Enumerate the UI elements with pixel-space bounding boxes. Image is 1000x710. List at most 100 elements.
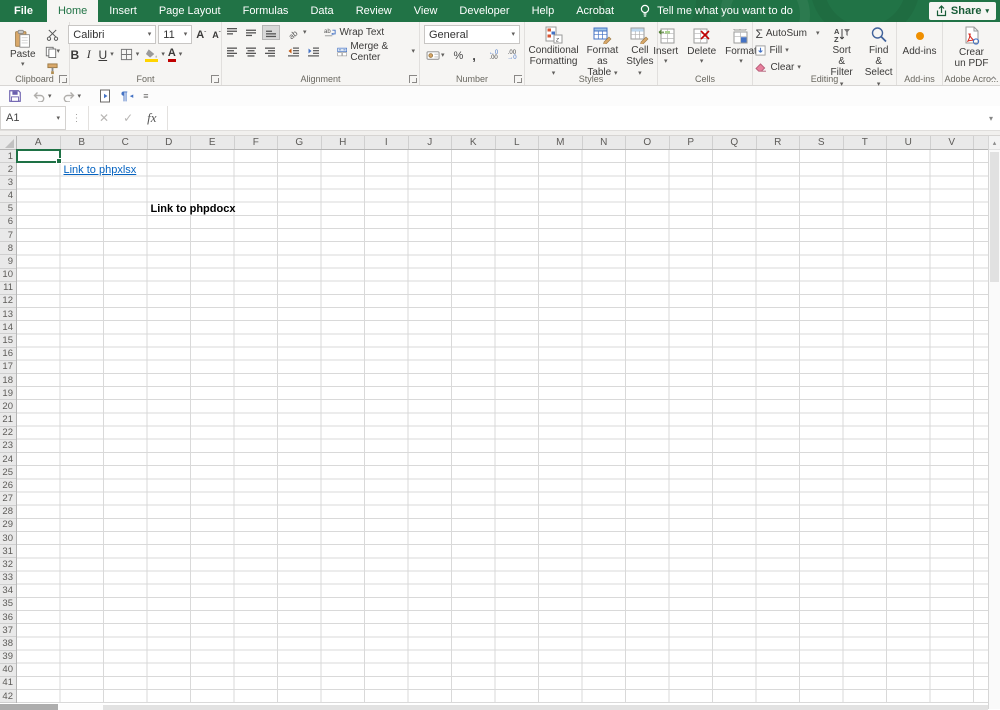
increase-decimal-button[interactable]: ←0.00 (487, 48, 500, 63)
row-header-17[interactable]: 17 (0, 361, 16, 374)
row-header-20[interactable]: 20 (0, 400, 16, 413)
row-header-16[interactable]: 16 (0, 348, 16, 361)
tell-me[interactable]: Tell me what you want to do (639, 0, 793, 22)
row-header-10[interactable]: 10 (0, 269, 16, 282)
row-header-3[interactable]: 3 (0, 176, 16, 189)
font-dialog-launcher[interactable] (211, 75, 219, 83)
tab-page-layout[interactable]: Page Layout (148, 0, 232, 22)
delete-cells-button[interactable]: Delete ▾ (684, 25, 719, 71)
customize-qat-button[interactable]: ≡ (143, 91, 148, 101)
accounting-format-button[interactable]: ▾ (424, 48, 447, 63)
sort-filter-button[interactable]: AZ Sort &Filter ▾ (828, 25, 856, 71)
select-all-corner[interactable] (0, 136, 17, 150)
align-left-button[interactable] (224, 44, 240, 59)
column-header-H[interactable]: H (322, 136, 366, 149)
column-header-A[interactable]: A (17, 136, 61, 149)
bottom-align-button[interactable] (262, 25, 280, 40)
enter-icon[interactable]: ✓ (123, 111, 133, 125)
row-header-27[interactable]: 27 (0, 492, 16, 505)
column-header-Q[interactable]: Q (713, 136, 757, 149)
column-header-T[interactable]: T (844, 136, 888, 149)
align-right-button[interactable] (262, 44, 278, 59)
scrollbar-thumb[interactable] (990, 152, 999, 282)
comma-style-button[interactable]: , (470, 48, 478, 63)
row-header-30[interactable]: 30 (0, 532, 16, 545)
borders-button[interactable] (118, 47, 135, 62)
row-header-2[interactable]: 2 (0, 163, 16, 176)
row-header-32[interactable]: 32 (0, 558, 16, 571)
shrink-font-button[interactable]: Aˇ (210, 27, 223, 42)
copy-button[interactable]: ▾ (43, 44, 63, 59)
tab-file[interactable]: File (0, 0, 47, 22)
autosum-button[interactable]: Σ AutoSum ▾ (753, 26, 821, 41)
row-header-28[interactable]: 28 (0, 506, 16, 519)
column-header-L[interactable]: L (496, 136, 540, 149)
row-header-5[interactable]: 5 (0, 203, 16, 216)
column-header-partial[interactable] (974, 136, 988, 149)
column-header-N[interactable]: N (583, 136, 627, 149)
share-button[interactable]: Share ▾ (929, 2, 996, 20)
row-header-11[interactable]: 11 (0, 282, 16, 295)
column-header-B[interactable]: B (61, 136, 105, 149)
clipboard-dialog-launcher[interactable] (59, 75, 67, 83)
row-header-41[interactable]: 41 (0, 677, 16, 690)
row-header-38[interactable]: 38 (0, 637, 16, 650)
column-header-E[interactable]: E (191, 136, 235, 149)
column-header-F[interactable]: F (235, 136, 279, 149)
selected-cell-A1[interactable] (16, 149, 61, 163)
row-header-29[interactable]: 29 (0, 519, 16, 532)
row-header-26[interactable]: 26 (0, 479, 16, 492)
decrease-decimal-button[interactable]: .00→0 (505, 48, 518, 63)
column-header-I[interactable]: I (365, 136, 409, 149)
row-header-18[interactable]: 18 (0, 374, 16, 387)
column-header-R[interactable]: R (757, 136, 801, 149)
row-header-42[interactable]: 42 (0, 690, 16, 703)
vertical-scrollbar[interactable]: ▴ (988, 136, 1000, 709)
column-header-U[interactable]: U (887, 136, 931, 149)
addins-button[interactable]: Add-ins (900, 25, 940, 71)
collapse-ribbon-button[interactable] (990, 75, 997, 82)
middle-align-button[interactable] (243, 25, 259, 40)
row-header-15[interactable]: 15 (0, 334, 16, 347)
column-header-K[interactable]: K (452, 136, 496, 149)
cell-B2-link[interactable]: Link to phpxlsx (61, 163, 137, 176)
chevron-down-icon[interactable]: ▾ (136, 51, 140, 58)
row-header-23[interactable]: 23 (0, 440, 16, 453)
tab-home[interactable]: Home (47, 0, 98, 22)
row-header-25[interactable]: 25 (0, 466, 16, 479)
merge-center-button[interactable]: Merge & Center ▾ (335, 44, 417, 59)
column-header-P[interactable]: P (670, 136, 714, 149)
row-header-22[interactable]: 22 (0, 427, 16, 440)
undo-button[interactable]: ▾ (32, 90, 52, 102)
row-header-24[interactable]: 24 (0, 453, 16, 466)
row-header-31[interactable]: 31 (0, 545, 16, 558)
format-as-table-button[interactable]: Format asTable ▾ (584, 25, 622, 71)
redo-button[interactable]: ▾ (62, 90, 82, 102)
bold-button[interactable]: B (68, 47, 81, 62)
wrap-text-button[interactable]: ab Wrap Text (322, 25, 387, 40)
chevron-down-icon[interactable]: ▾ (179, 51, 183, 58)
column-header-O[interactable]: O (626, 136, 670, 149)
conditional-formatting-button[interactable]: z ConditionalFormatting ▾ (526, 25, 582, 71)
tab-view[interactable]: View (403, 0, 449, 22)
chevron-down-icon[interactable]: ▾ (110, 51, 114, 58)
row-header-36[interactable]: 36 (0, 611, 16, 624)
row-header-40[interactable]: 40 (0, 664, 16, 677)
row-header-13[interactable]: 13 (0, 308, 16, 321)
row-header-1[interactable]: 1 (0, 150, 16, 163)
tab-developer[interactable]: Developer (448, 0, 520, 22)
column-header-S[interactable]: S (800, 136, 844, 149)
chevron-down-icon[interactable]: ▾ (161, 51, 165, 58)
column-header-J[interactable]: J (409, 136, 453, 149)
center-button[interactable] (243, 44, 259, 59)
cell-grid[interactable]: Link to phpxlsxLink to phpdocx (17, 150, 988, 703)
orientation-button[interactable]: ab ▾ (287, 25, 309, 40)
row-header-9[interactable]: 9 (0, 255, 16, 268)
column-header-D[interactable]: D (148, 136, 192, 149)
row-header-14[interactable]: 14 (0, 321, 16, 334)
find-select-button[interactable]: Find &Select ▾ (862, 25, 896, 71)
row-header-12[interactable]: 12 (0, 295, 16, 308)
tab-formulas[interactable]: Formulas (232, 0, 300, 22)
cancel-icon[interactable]: ✕ (99, 111, 109, 125)
font-name-select[interactable]: Calibri▾ (68, 25, 156, 44)
